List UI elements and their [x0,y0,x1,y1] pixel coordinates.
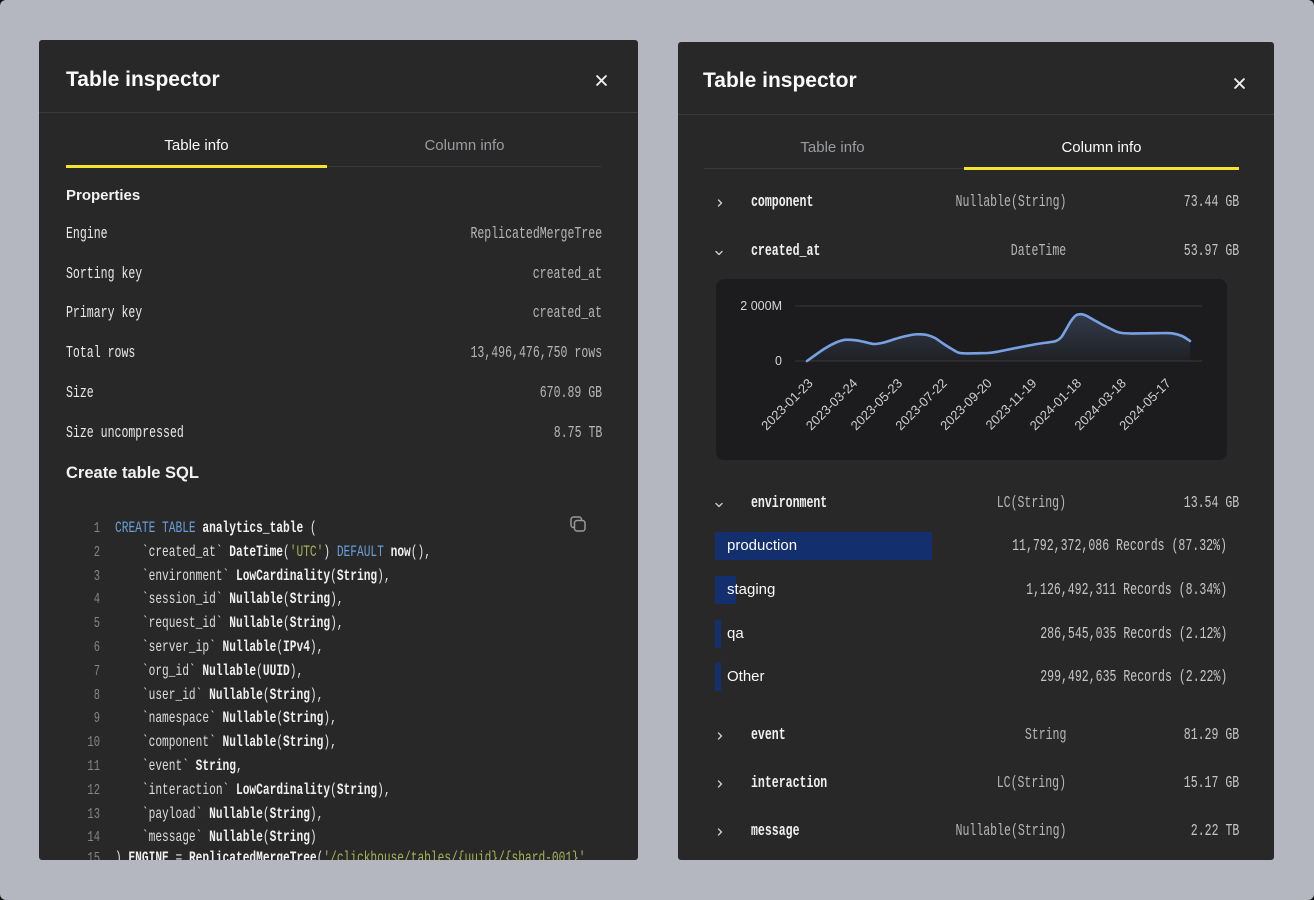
svg-text:0: 0 [775,354,782,368]
svg-text:2 000M: 2 000M [740,299,782,313]
